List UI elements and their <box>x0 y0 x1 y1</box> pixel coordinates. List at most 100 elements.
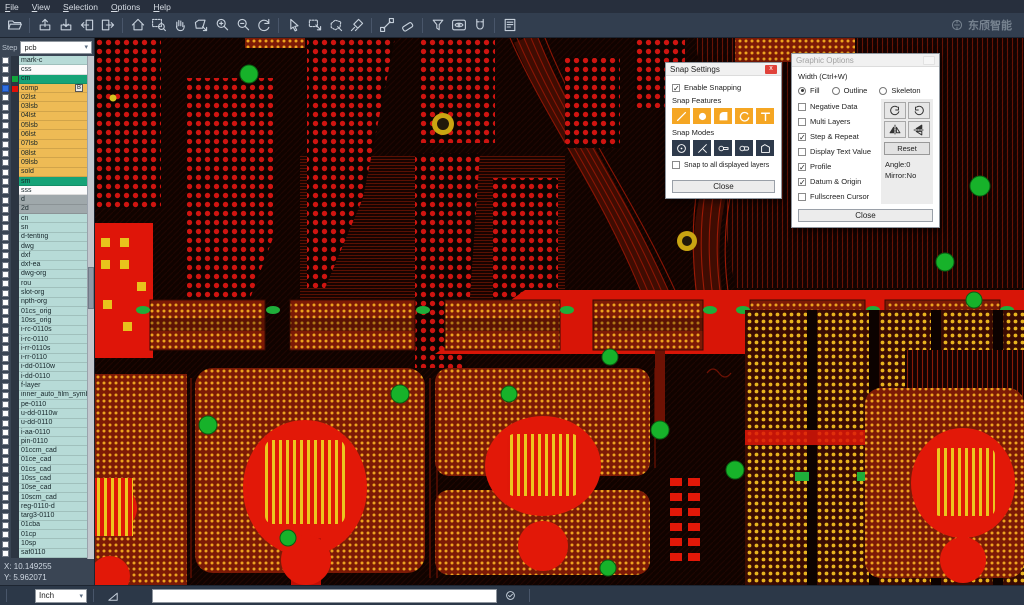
rotate-cw-button[interactable] <box>884 102 906 119</box>
layer-visibility-checkbox[interactable] <box>2 392 9 399</box>
fullscreen-cursor-checkbox[interactable] <box>798 193 806 201</box>
layer-row-rou[interactable]: rou <box>0 279 94 288</box>
layer-row-saf0110[interactable]: saf0110 <box>0 549 94 558</box>
layer-visibility-checkbox[interactable] <box>2 178 9 185</box>
enable-snapping-row[interactable]: ✓ Enable Snapping <box>672 83 775 92</box>
snap-mode-center-button[interactable] <box>672 140 690 156</box>
graphic-option-row[interactable]: Multi Layers <box>798 114 877 129</box>
layer-visibility-checkbox[interactable] <box>2 66 9 73</box>
layer-visibility-checkbox[interactable] <box>2 345 9 352</box>
snap-feature-text-button[interactable] <box>756 108 774 124</box>
display-text-value-checkbox[interactable] <box>798 148 806 156</box>
layer-visibility-checkbox[interactable] <box>2 383 9 390</box>
layer-visibility-checkbox[interactable] <box>2 457 9 464</box>
step-select[interactable]: pcb ▾ <box>20 41 92 54</box>
layer-row-npth-org[interactable]: npth-org <box>0 298 94 307</box>
layer-visibility-checkbox[interactable] <box>2 187 9 194</box>
snap-feature-pad-button[interactable] <box>714 108 732 124</box>
layer-row-10scm_cad[interactable]: 10scm_cad <box>0 493 94 502</box>
flip-vertical-button[interactable] <box>908 121 930 138</box>
layer-visibility-checkbox[interactable] <box>2 169 9 176</box>
layer-visibility-checkbox[interactable] <box>2 76 9 83</box>
layer-row-cm[interactable]: cm <box>0 75 94 84</box>
layer-scrollbar[interactable] <box>87 56 94 559</box>
layer-visibility-checkbox[interactable] <box>2 215 9 222</box>
layer-row-sold[interactable]: sold <box>0 168 94 177</box>
layer-row-dxf[interactable]: dxf <box>0 251 94 260</box>
eraser-button[interactable] <box>397 15 418 36</box>
layer-row-10ss_cad[interactable]: 10ss_cad <box>0 474 94 483</box>
menu-selection[interactable]: Selection <box>63 2 98 12</box>
layer-row-10ss_orig[interactable]: 10ss_orig <box>0 316 94 325</box>
layer-visibility-checkbox[interactable] <box>2 317 9 324</box>
import-left-button[interactable] <box>76 15 97 36</box>
layer-row-04lst[interactable]: 04lst <box>0 112 94 121</box>
layer-visibility-checkbox[interactable] <box>2 57 9 64</box>
layer-row-08lst[interactable]: 08lst <box>0 149 94 158</box>
select-arrow-button[interactable] <box>283 15 304 36</box>
layer-visibility-checkbox[interactable] <box>2 420 9 427</box>
layer-visibility-checkbox[interactable] <box>2 150 9 157</box>
layer-row-dxf-ea[interactable]: dxf-ea <box>0 261 94 270</box>
layer-row-i-dd-0110[interactable]: i-dd-0110 <box>0 372 94 381</box>
layer-visibility-checkbox[interactable] <box>2 476 9 483</box>
layer-row-i-dd-0110w[interactable]: i-dd-0110w <box>0 363 94 372</box>
clear-brush-button[interactable] <box>346 15 367 36</box>
radio-skeleton[interactable] <box>879 87 887 95</box>
graphic-option-row[interactable]: ✓Profile <box>798 159 877 174</box>
layer-visibility-checkbox[interactable] <box>2 373 9 380</box>
graphic-option-row[interactable]: Display Text Value <box>798 144 877 159</box>
layer-visibility-checkbox[interactable] <box>2 141 9 148</box>
layer-visibility-checkbox[interactable] <box>2 299 9 306</box>
radio-outline[interactable] <box>832 87 840 95</box>
layer-row-cn[interactable]: cn <box>0 214 94 223</box>
snap-feature-circle-button[interactable] <box>693 108 711 124</box>
menu-help[interactable]: Help <box>153 2 170 12</box>
layer-visibility-checkbox[interactable] <box>2 429 9 436</box>
layer-visibility-checkbox[interactable] <box>2 438 9 445</box>
layer-visibility-checkbox[interactable] <box>2 132 9 139</box>
open-folder-button[interactable] <box>4 15 25 36</box>
layer-visibility-checkbox[interactable] <box>2 485 9 492</box>
layer-row-f-layer[interactable]: f-layer <box>0 381 94 390</box>
layer-row-dwg-org[interactable]: dwg-org <box>0 270 94 279</box>
command-input[interactable] <box>152 589 497 603</box>
layer-row-u-dd-0110w[interactable]: u-dd-0110w <box>0 409 94 418</box>
layer-row-i-aa-0110[interactable]: i-aa-0110 <box>0 428 94 437</box>
snap-mode-slot-button[interactable] <box>735 140 753 156</box>
snap-all-layers-row[interactable]: Snap to all displayed layers <box>672 161 775 169</box>
snap-feature-line-button[interactable] <box>672 108 690 124</box>
layer-row-i-rr-0110[interactable]: i-rr-0110 <box>0 354 94 363</box>
layer-visibility-checkbox[interactable] <box>2 122 9 129</box>
layer-row-01cs_orig[interactable]: 01cs_orig <box>0 307 94 316</box>
layer-row-09lsb[interactable]: 09lsb <box>0 158 94 167</box>
profile-triangle-icon[interactable] <box>104 587 122 605</box>
filter-funnel-button[interactable] <box>427 15 448 36</box>
save-down-button[interactable] <box>55 15 76 36</box>
select-polygon-button[interactable] <box>325 15 346 36</box>
close-icon[interactable] <box>923 56 935 65</box>
layer-visibility-checkbox[interactable] <box>2 243 9 250</box>
layer-row-targ3-0110[interactable]: targ3-0110 <box>0 512 94 521</box>
menu-options[interactable]: Options <box>111 2 140 12</box>
zoom-region-button[interactable] <box>190 15 211 36</box>
layer-visibility-checkbox[interactable] <box>2 494 9 501</box>
eye-view-button[interactable] <box>448 15 469 36</box>
layer-visibility-checkbox[interactable] <box>2 262 9 269</box>
close-icon[interactable]: x <box>765 65 777 74</box>
profile-checkbox[interactable]: ✓ <box>798 163 806 171</box>
layer-visibility-checkbox[interactable] <box>2 522 9 529</box>
layer-visibility-checkbox[interactable] <box>2 159 9 166</box>
layer-row-d-tenting[interactable]: d-tenting <box>0 233 94 242</box>
zoom-previous-button[interactable] <box>253 15 274 36</box>
snap-magnet-button[interactable] <box>469 15 490 36</box>
layer-row-i-rr-0110s[interactable]: i-rr-0110s <box>0 344 94 353</box>
layer-visibility-checkbox[interactable] <box>2 513 9 520</box>
layer-row-01cp[interactable]: 01cp <box>0 530 94 539</box>
layer-visibility-checkbox[interactable] <box>2 531 9 538</box>
layer-row-03lsb[interactable]: 03lsb <box>0 102 94 111</box>
graphic-option-row[interactable]: ✓Datum & Origin <box>798 174 877 189</box>
layer-row-06lst[interactable]: 06lst <box>0 130 94 139</box>
layer-row-inner_auto_film_symb[interactable]: inner_auto_film_symb <box>0 391 94 400</box>
snap-close-button[interactable]: Close <box>672 180 775 193</box>
